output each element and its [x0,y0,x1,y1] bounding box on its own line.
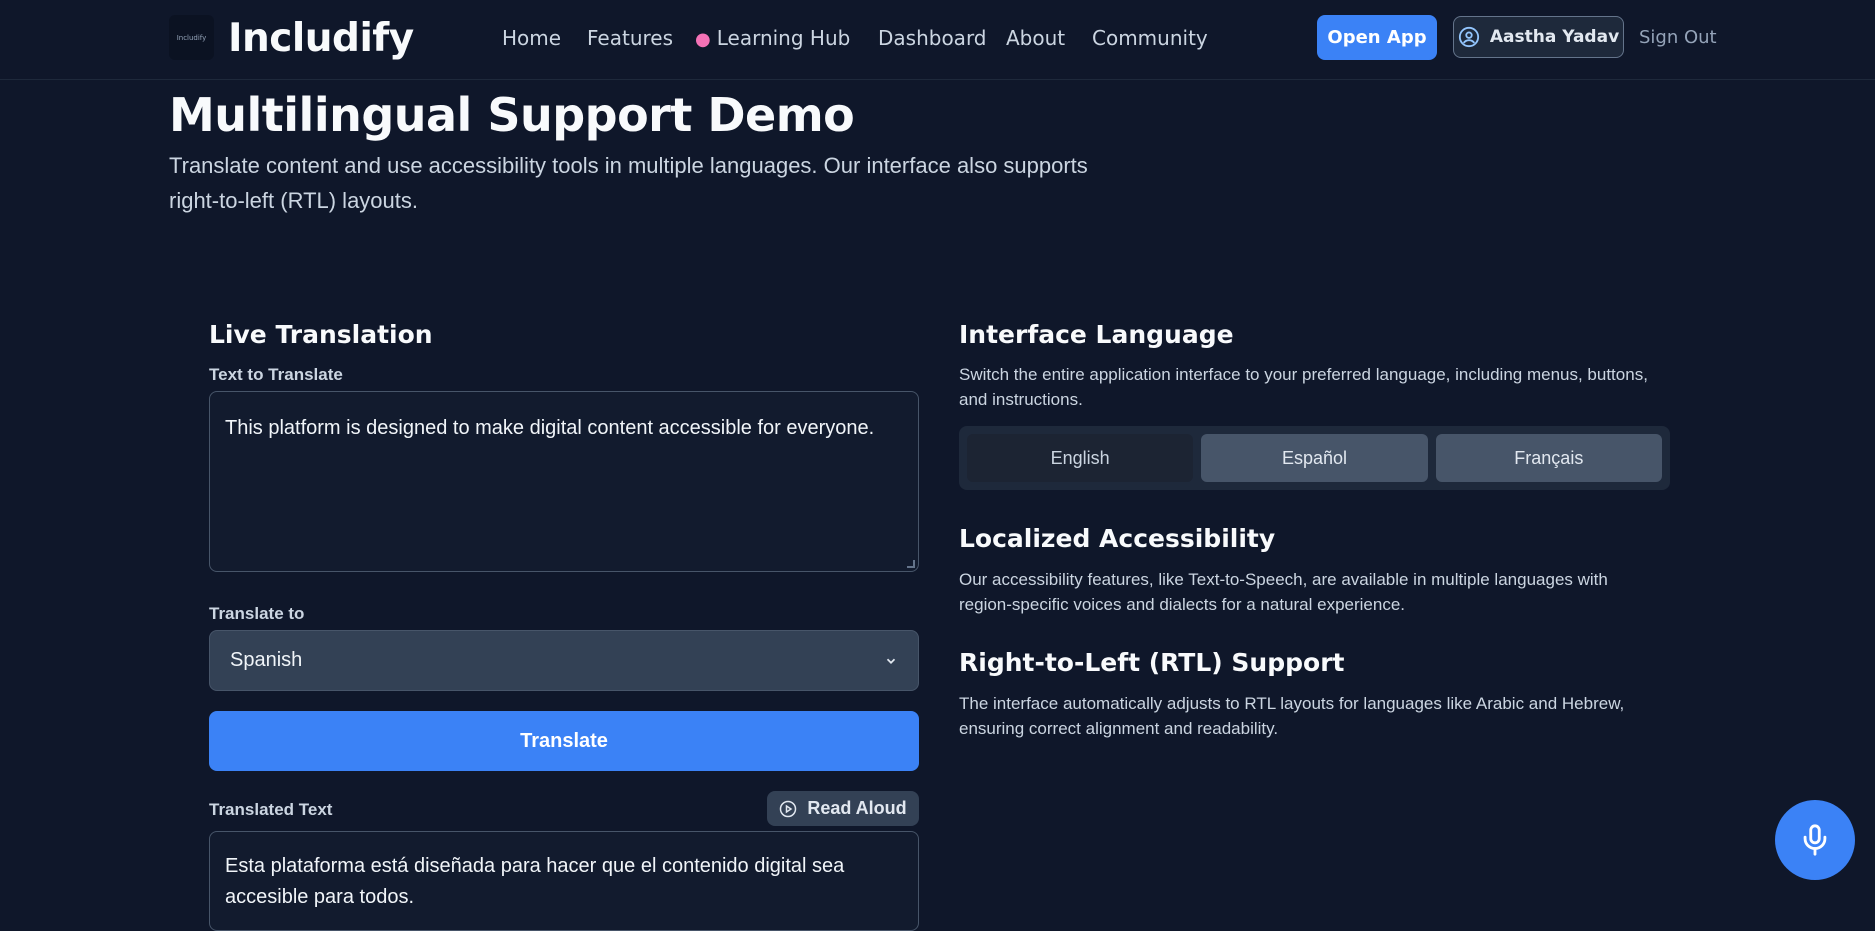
interface-language-heading: Interface Language [959,320,1234,349]
translated-text-value: Esta plataforma está diseñada para hacer… [225,855,845,908]
language-option-english[interactable]: English [967,434,1194,482]
language-switcher: English Español Français [959,426,1670,490]
resize-handle-icon[interactable] [907,560,915,568]
open-app-button[interactable]: Open App [1317,15,1437,60]
user-name: Aastha Yadav [1489,27,1620,47]
interface-language-description: Switch the entire application interface … [959,365,1648,409]
microphone-icon [1803,824,1827,856]
play-circle-icon [780,800,797,817]
translated-text-label: Translated Text [209,800,333,819]
text-to-translate-value: This platform is designed to make digita… [225,417,875,439]
logo[interactable]: Includify [169,15,214,60]
translate-to-label: Translate to [209,604,305,623]
user-menu-button[interactable]: Aastha Yadav [1453,16,1624,58]
page-subtitle: Translate content and use accessibility … [169,153,1088,213]
rtl-support-description: The interface automatically adjusts to R… [959,694,1625,738]
top-navbar: Includify Includify Home Features ● Learn… [0,0,1875,80]
chevron-down-icon [886,658,896,664]
localized-accessibility-description: Our accessibility features, like Text-to… [959,570,1608,614]
translate-button[interactable]: Translate [209,711,919,771]
rtl-support-heading: Right-to-Left (RTL) Support [959,648,1345,677]
localized-accessibility-heading: Localized Accessibility [959,524,1276,553]
read-aloud-label: Read Aloud [807,798,907,818]
nav-community[interactable]: Community [1092,26,1208,50]
target-language-select[interactable]: Spanish [209,630,919,691]
language-option-espanol[interactable]: Español [1201,434,1428,482]
brand-name[interactable]: Includify [228,16,414,61]
target-language-value: Spanish [230,649,303,671]
nav-home[interactable]: Home [502,26,561,50]
nav-about[interactable]: About [1006,26,1065,50]
logo-text: Includify [176,33,207,42]
sign-out-link[interactable]: Sign Out [1639,27,1717,48]
nav-learning-hub[interactable]: ● Learning Hub [695,26,850,50]
nav-dashboard[interactable]: Dashboard [878,26,987,50]
nav-learning-hub-label: Learning Hub [716,26,851,50]
text-to-translate-label: Text to Translate [209,365,343,384]
language-option-francais[interactable]: Français [1435,434,1662,482]
page-title: Multilingual Support Demo [169,88,855,142]
read-aloud-button[interactable]: Read Aloud [767,791,919,826]
user-circle-icon [1458,26,1479,48]
live-translation-heading: Live Translation [209,320,433,349]
nav-features[interactable]: Features [587,26,673,50]
brain-icon: ● [695,29,711,50]
text-to-translate-input[interactable]: This platform is designed to make digita… [209,391,919,572]
voice-assistant-button[interactable] [1775,800,1855,880]
translated-text-output: Esta plataforma está diseñada para hacer… [209,831,919,931]
